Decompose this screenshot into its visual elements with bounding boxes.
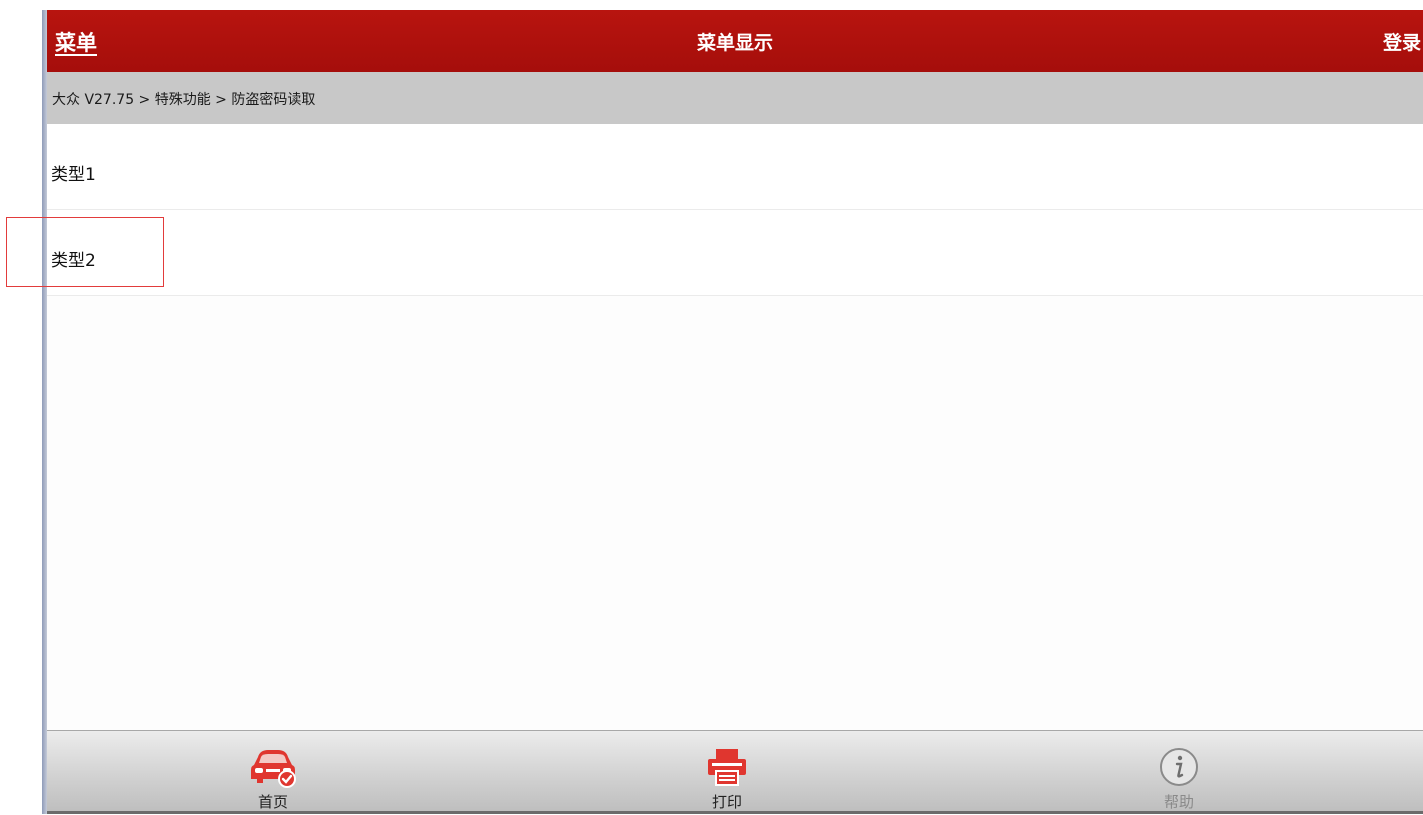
screen: 菜单 菜单显示 登录 大众 V27.75 > 特殊功能 > 防盗密码读取 类型1… [0, 0, 1423, 814]
car-check-icon [248, 747, 298, 793]
home-button[interactable]: 首页 [198, 731, 348, 815]
print-label: 打印 [711, 793, 742, 811]
bottom-toolbar: 首页 打印 帮助 [47, 730, 1423, 814]
list-item-type2[interactable]: 类型2 [47, 210, 1423, 296]
help-label: 帮助 [1163, 793, 1194, 811]
home-label: 首页 [257, 793, 288, 811]
app-window: 菜单 菜单显示 登录 大众 V27.75 > 特殊功能 > 防盗密码读取 类型1… [47, 10, 1423, 814]
list-item-label: 类型1 [51, 165, 96, 185]
breadcrumb: 大众 V27.75 > 特殊功能 > 防盗密码读取 [47, 72, 1423, 124]
list-item-type1[interactable]: 类型1 [47, 124, 1423, 210]
list-item-label: 类型2 [51, 251, 96, 271]
print-button[interactable]: 打印 [652, 731, 802, 815]
info-icon [1157, 747, 1201, 795]
login-button[interactable]: 登录 [1383, 28, 1423, 55]
title-bar: 菜单 菜单显示 登录 [47, 10, 1423, 72]
printer-icon [706, 747, 748, 793]
page-title: 菜单显示 [696, 32, 773, 54]
menu-list: 类型1 类型2 [47, 124, 1423, 296]
help-button[interactable]: 帮助 [1104, 731, 1254, 815]
